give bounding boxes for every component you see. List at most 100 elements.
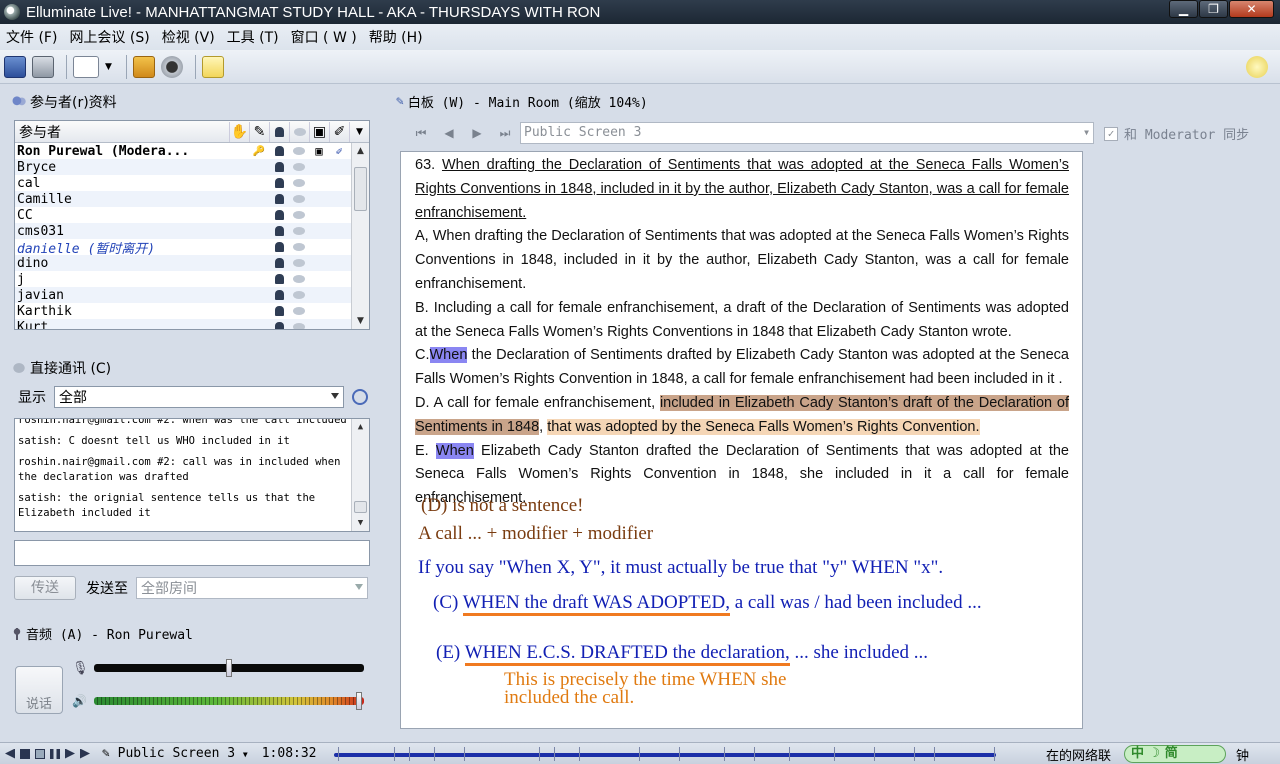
screen-select[interactable]: Public Screen 3 ▼ [520, 122, 1094, 144]
hand-status-icon [229, 288, 249, 302]
send-to-select[interactable]: 全部房间 [136, 577, 368, 599]
close-button[interactable]: ✕ [1229, 0, 1274, 18]
last-screen-icon[interactable]: ⏭ [494, 122, 516, 144]
window-controls: ▁ ❐ ✕ [1168, 0, 1274, 18]
help-icon[interactable] [1246, 56, 1268, 78]
participant-row[interactable]: Camille [15, 191, 369, 207]
sync-label: 和 Moderator 同步 [1124, 128, 1250, 143]
next-screen-icon[interactable]: ▶ [466, 122, 488, 144]
participant-row[interactable]: Ron Purewal (Modera... 🔑 ▣ ✐ [15, 143, 369, 159]
sync-checkbox[interactable]: ✓ [1104, 126, 1118, 141]
participants-column-header: 参与者 ✋ ✎ ▣ ✐ ▼ [15, 121, 369, 143]
timeline-tick [639, 747, 640, 761]
chevron-down-icon[interactable]: ▼ [349, 121, 369, 142]
participant-row[interactable]: danielle (暂时离开) [15, 239, 369, 257]
menu-file[interactable]: 文件 (F) [0, 27, 63, 47]
person-icon [269, 144, 289, 158]
chat-input[interactable] [14, 540, 370, 566]
mic-volume-slider[interactable] [94, 659, 364, 677]
chat-status-icon [289, 320, 309, 329]
pause-icon[interactable] [50, 748, 60, 759]
whiteboard-canvas[interactable]: 63. When drafting the Declaration of Sen… [400, 151, 1083, 729]
pen-icon[interactable]: ✐ [329, 121, 349, 142]
minimize-button[interactable]: ▁ [1169, 0, 1198, 18]
transfer-icon[interactable] [132, 55, 155, 78]
print-icon[interactable] [32, 55, 54, 78]
chevron-down-icon[interactable]: ▼ [105, 62, 112, 72]
menu-help[interactable]: 帮助 (H) [363, 27, 429, 47]
chat-icon[interactable] [289, 121, 309, 142]
timeline-tick [994, 747, 995, 761]
scroll-thumb[interactable] [354, 501, 367, 513]
scroll-down-icon[interactable]: ▼ [352, 313, 369, 329]
scroll-up-icon[interactable]: ▲ [352, 419, 369, 435]
chat-log[interactable]: roshin.nair@gmail.com #2: when was the c… [14, 418, 370, 532]
menu-view[interactable]: 检视 (V) [156, 27, 221, 47]
note-precisely: This is precisely the time WHEN she incl… [504, 670, 786, 707]
maximize-button[interactable]: ❐ [1199, 0, 1228, 18]
network-status: 在的网络联 [1046, 749, 1112, 764]
end-icon[interactable] [80, 748, 90, 759]
moderator-icon[interactable]: ✎ [249, 121, 269, 142]
screen-status-icon [309, 160, 329, 174]
layout-icon[interactable] [73, 55, 99, 78]
save-icon[interactable] [4, 55, 26, 78]
scroll-down-icon[interactable]: ▼ [352, 515, 369, 531]
menu-window[interactable]: 窗口 ( W ) [285, 27, 363, 47]
clock-icon[interactable] [352, 389, 368, 405]
chat-scrollbar[interactable]: ▲ ▼ [351, 419, 369, 531]
person-icon [269, 256, 289, 270]
record-icon[interactable] [35, 748, 45, 759]
slider-handle[interactable] [356, 692, 362, 710]
scroll-thumb[interactable] [354, 167, 367, 211]
fast-forward-icon[interactable] [65, 748, 75, 759]
first-screen-icon[interactable]: ⏮ [410, 122, 432, 144]
timeline-tick [394, 747, 395, 761]
participant-row[interactable]: Karthik [15, 303, 369, 319]
participant-row[interactable]: cal [15, 175, 369, 191]
screen-status-icon [309, 304, 329, 318]
hand-status-icon [229, 240, 249, 254]
session-timeline[interactable] [334, 747, 996, 761]
note-e-label: (E) [436, 642, 461, 663]
prev-screen-icon[interactable]: ◀ [438, 122, 460, 144]
ime-indicator[interactable]: 中 ☽ 简 [1124, 745, 1226, 763]
hand-icon[interactable]: ✋ [229, 121, 249, 142]
screen-icon[interactable]: ▣ [309, 121, 329, 142]
speaker-volume-meter[interactable] [94, 692, 364, 710]
pen-status-icon [329, 240, 349, 254]
option-a: A, When drafting the Declaration of Sent… [415, 228, 1069, 292]
moderator-status-icon [249, 240, 269, 254]
rewind-icon[interactable] [5, 748, 15, 759]
slider-handle[interactable] [226, 659, 232, 677]
participant-row[interactable]: CC [15, 207, 369, 223]
timeline-tick [579, 747, 580, 761]
menu-tools[interactable]: 工具 (T) [221, 27, 285, 47]
pen-status-icon [329, 160, 349, 174]
send-button[interactable]: 传送 [14, 576, 76, 600]
display-filter-select[interactable]: 全部 [54, 386, 344, 408]
participant-name: Camille [17, 191, 72, 207]
timeline-tick [409, 747, 410, 761]
talk-button[interactable]: 说话 [15, 666, 63, 714]
screen-select-value: Public Screen 3 [524, 125, 642, 140]
menu-session[interactable]: 网上会议 (S) [63, 27, 155, 47]
notes-icon[interactable] [201, 55, 224, 78]
moderator-status-icon [249, 288, 269, 302]
participant-row[interactable]: dino [15, 255, 369, 271]
participants-scrollbar[interactable]: ▲ ▼ [351, 143, 369, 329]
scroll-up-icon[interactable]: ▲ [352, 143, 369, 159]
chevron-down-icon [355, 584, 363, 590]
note-not-sentence: (D) is not a sentence! [421, 495, 584, 516]
screen-navigation: ⏮ ◀ ▶ ⏭ [410, 122, 522, 144]
webcam-icon[interactable] [160, 55, 183, 78]
participant-row[interactable]: Bryce [15, 159, 369, 175]
person-icon[interactable] [269, 121, 289, 142]
participant-row[interactable]: javian [15, 287, 369, 303]
participant-row[interactable]: Kurt [15, 319, 369, 329]
option-c-text: the Declaration of Sentiments drafted by… [415, 347, 1069, 388]
stop-icon[interactable] [20, 748, 30, 759]
participant-row[interactable]: j [15, 271, 369, 287]
status-screen[interactable]: ✎ Public Screen 3 ▼ [102, 746, 248, 761]
hand-status-icon [229, 208, 249, 222]
